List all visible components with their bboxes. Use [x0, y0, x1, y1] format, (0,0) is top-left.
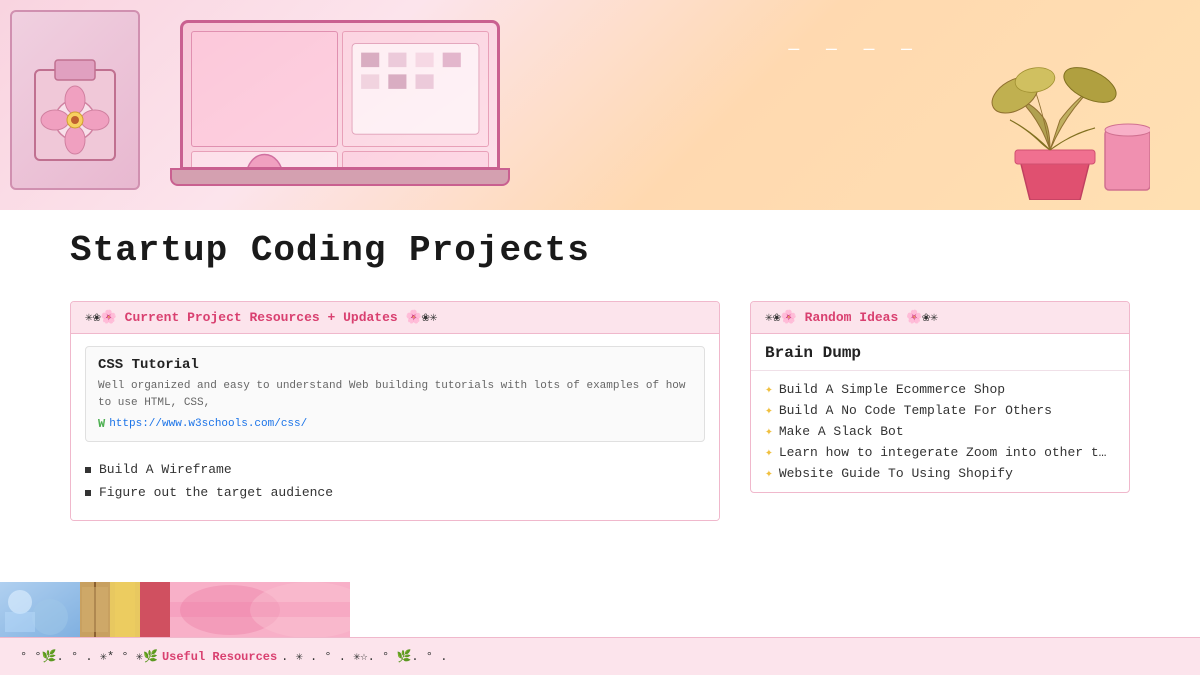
- left-column: ✳❀🌸 Current Project Resources + Updates …: [70, 301, 720, 521]
- bullet-item-2: Figure out the target audience: [85, 481, 705, 504]
- sparkle-icon-3: ✦: [765, 424, 773, 439]
- idea-text-5: Website Guide To Using Shopify: [779, 466, 1013, 481]
- header-banner: — — — —: [0, 0, 1200, 210]
- left-header-suffix-deco: 🌸❀✳: [398, 310, 438, 325]
- idea-item-2: ✦ Build A No Code Template For Others: [765, 400, 1115, 421]
- link-card[interactable]: CSS Tutorial Well organized and easy to …: [85, 346, 705, 442]
- bottom-bar-highlight: Useful Resources: [162, 650, 277, 664]
- bottom-bar-text-before: ° °🌿. ° . ✳* ° ✳🌿: [20, 649, 158, 664]
- bullet-square-icon: [85, 490, 91, 496]
- link-card-description: Well organized and easy to understand We…: [98, 378, 692, 411]
- sparkle-icon-1: ✦: [765, 382, 773, 397]
- plant-decoration: [950, 20, 1150, 200]
- left-section-box: ✳❀🌸 Current Project Resources + Updates …: [70, 301, 720, 521]
- left-section-body: CSS Tutorial Well organized and easy to …: [71, 334, 719, 520]
- page-title: Startup Coding Projects: [70, 230, 1130, 271]
- right-section-box: ✳❀🌸 Random Ideas 🌸❀✳ Brain Dump ✦ Build …: [750, 301, 1130, 493]
- link-card-title: CSS Tutorial: [98, 357, 692, 373]
- strip-pink: [170, 582, 350, 637]
- idea-text-2: Build A No Code Template For Others: [779, 403, 1052, 418]
- strip-blue: [0, 582, 80, 637]
- url-text: https://www.w3schools.com/css/: [109, 418, 307, 430]
- idea-text-3: Make A Slack Bot: [779, 424, 904, 439]
- left-section-title: Current Project Resources + Updates: [125, 310, 398, 325]
- brain-dump-title: Brain Dump: [751, 334, 1129, 371]
- bullet-list: Build A Wireframe Figure out the target …: [85, 454, 705, 508]
- strip-brown: [80, 582, 110, 637]
- idea-item-3: ✦ Make A Slack Bot: [765, 421, 1115, 442]
- idea-list: ✦ Build A Simple Ecommerce Shop ✦ Build …: [751, 371, 1129, 492]
- bullet-item-1-text: Build A Wireframe: [99, 462, 232, 477]
- page-wrapper: — — — —: [0, 0, 1200, 675]
- right-header-suffix-deco: 🌸❀✳: [898, 310, 938, 325]
- idea-item-4: ✦ Learn how to integerate Zoom into othe…: [765, 442, 1115, 463]
- bullet-item-2-text: Figure out the target audience: [99, 485, 333, 500]
- strip-yellow: [110, 582, 140, 637]
- idea-text-4: Learn how to integerate Zoom into other …: [779, 445, 1107, 460]
- banner-laptop-illustration: [130, 10, 550, 200]
- left-header-prefix-deco: ✳❀🌸: [85, 310, 125, 325]
- main-content: Startup Coding Projects ✳❀🌸 Current Proj…: [0, 210, 1200, 521]
- sparkle-icon-5: ✦: [765, 466, 773, 481]
- idea-item-5: ✦ Website Guide To Using Shopify: [765, 463, 1115, 484]
- link-card-url[interactable]: W https://www.w3schools.com/css/: [98, 417, 692, 431]
- sparkle-icon-2: ✦: [765, 403, 773, 418]
- columns-layout: ✳❀🌸 Current Project Resources + Updates …: [70, 301, 1130, 521]
- left-section-header: ✳❀🌸 Current Project Resources + Updates …: [71, 302, 719, 334]
- right-section-header: ✳❀🌸 Random Ideas 🌸❀✳: [751, 302, 1129, 334]
- bottom-bar: ° °🌿. ° . ✳* ° ✳🌿 Useful Resources . ✳ .…: [0, 637, 1200, 675]
- right-column: ✳❀🌸 Random Ideas 🌸❀✳ Brain Dump ✦ Build …: [750, 301, 1130, 521]
- idea-text-1: Build A Simple Ecommerce Shop: [779, 382, 1005, 397]
- bullet-square-icon: [85, 467, 91, 473]
- strip-red: [140, 582, 170, 637]
- sparkle-icon-4: ✦: [765, 445, 773, 460]
- bottom-left-strip: [0, 582, 350, 637]
- right-section-title: Random Ideas: [805, 310, 899, 325]
- banner-left-decoration: [10, 10, 140, 190]
- w3-icon: W: [98, 417, 105, 431]
- idea-item-1: ✦ Build A Simple Ecommerce Shop: [765, 379, 1115, 400]
- banner-sparkles: — — — —: [788, 40, 920, 60]
- bullet-item-1: Build A Wireframe: [85, 458, 705, 481]
- right-header-prefix-deco: ✳❀🌸: [765, 310, 805, 325]
- bottom-bar-text-after: . ✳ . ° . ✳☆. ° 🌿. ° .: [281, 649, 447, 664]
